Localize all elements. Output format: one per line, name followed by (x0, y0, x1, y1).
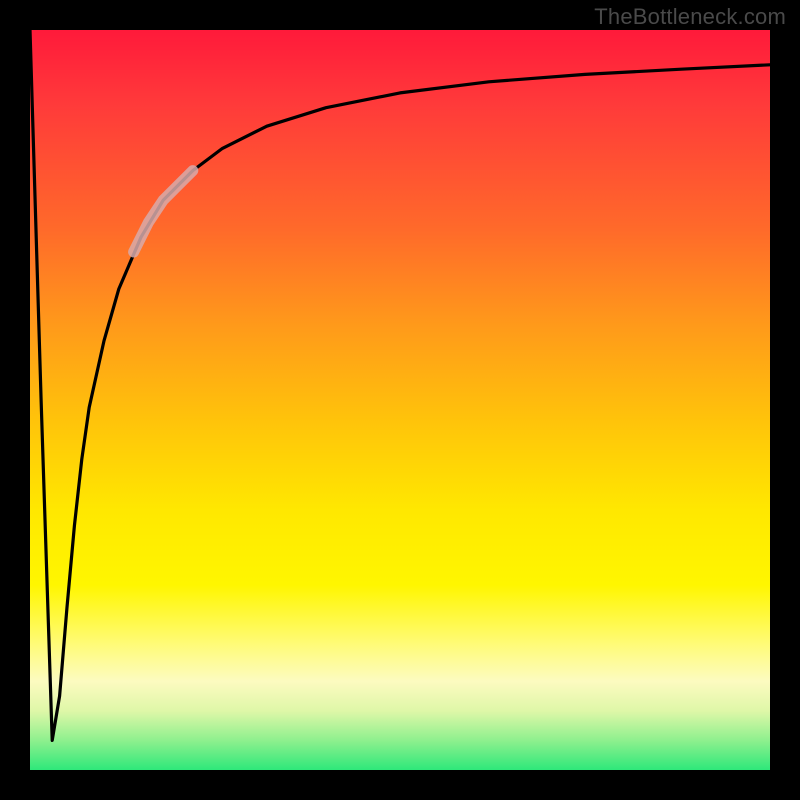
bottleneck-curve (30, 30, 770, 740)
highlight-segment (134, 171, 193, 252)
watermark-label: TheBottleneck.com (594, 4, 786, 30)
curve-svg (30, 30, 770, 770)
chart-frame: TheBottleneck.com (0, 0, 800, 800)
plot-area (30, 30, 770, 770)
